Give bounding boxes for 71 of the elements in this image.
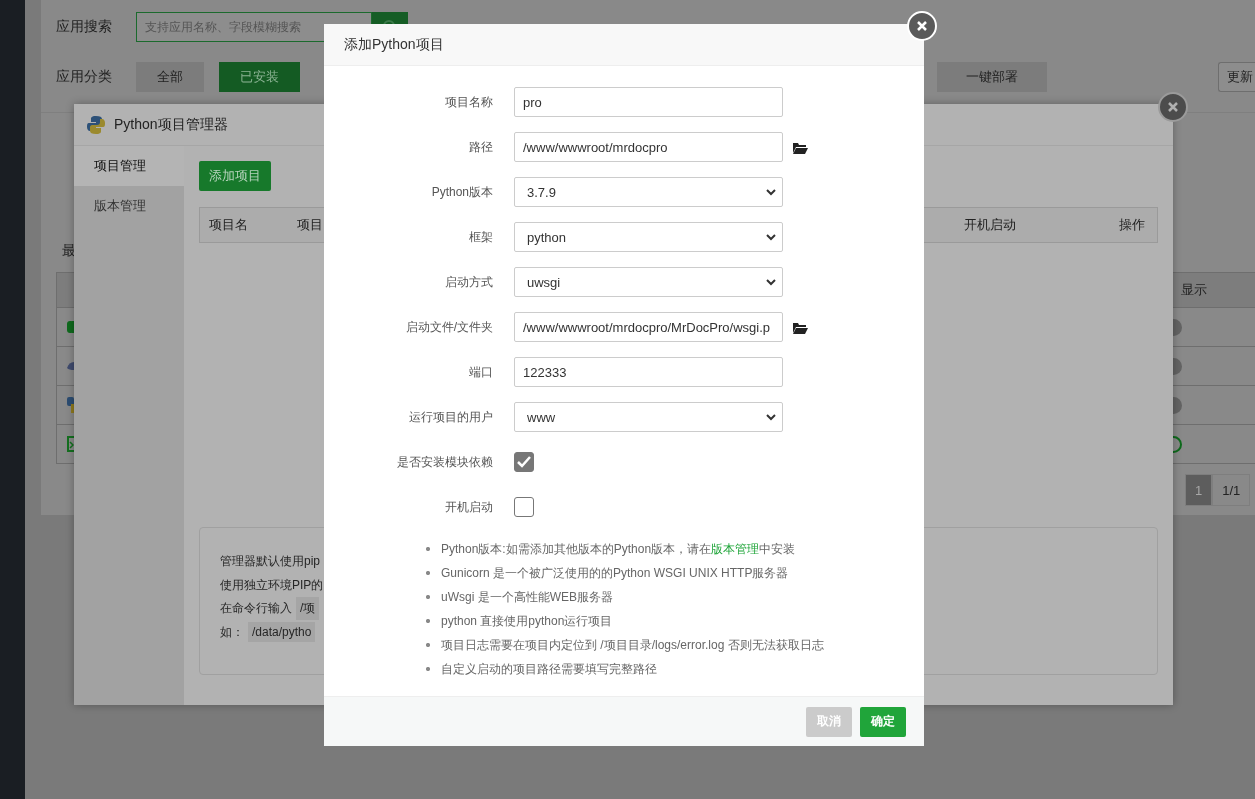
- add-project-button[interactable]: 添加项目: [199, 161, 271, 191]
- field-label: 框架: [468, 228, 493, 246]
- field-label: 启动方式: [444, 273, 493, 291]
- bullet-icon: [426, 547, 430, 551]
- text-field[interactable]: /www/wwwroot/mrdocpro/MrDocPro/wsgi.p: [514, 312, 783, 342]
- folder-icon[interactable]: [792, 140, 808, 154]
- note-text: 项目日志需要在项目内定位到 /项目目录/logs/error.log 否则无法获取日志: [441, 636, 824, 654]
- column-header: 操作: [1118, 216, 1145, 234]
- confirm-button[interactable]: 确定: [860, 706, 906, 737]
- category-tab[interactable]: 已安装: [219, 62, 300, 92]
- chevron-icon: [766, 278, 776, 286]
- field-label: 开机启动: [444, 498, 493, 516]
- app-icon: [67, 397, 74, 413]
- select-field[interactable]: 3.7.9: [514, 177, 783, 207]
- field-label: 运行项目的用户: [408, 408, 493, 426]
- select-field[interactable]: uwsgi: [514, 267, 783, 297]
- column-header: 显示: [1181, 281, 1207, 299]
- dialog-title: 添加Python项目: [324, 24, 924, 66]
- chevron-icon: [766, 188, 776, 196]
- category-label: 应用分类: [56, 68, 113, 86]
- version-link[interactable]: 版本管理: [711, 541, 760, 556]
- app-icon: [67, 436, 74, 452]
- select-field[interactable]: python: [514, 222, 783, 252]
- text-field[interactable]: /www/wwwroot/mrdocpro: [514, 132, 783, 162]
- folder-icon[interactable]: [792, 320, 808, 334]
- note-text: 自定义启动的项目路径需要填写完整路径: [441, 660, 657, 678]
- info-text: 使用独立环境PIP的: [220, 576, 324, 594]
- info-text: 如：: [220, 623, 244, 641]
- chevron-icon: [766, 233, 776, 241]
- python-logo-icon: [86, 114, 106, 135]
- text-field[interactable]: 122333: [514, 357, 783, 387]
- update-button[interactable]: 更新: [1218, 62, 1255, 92]
- code-snippet: /项: [296, 597, 320, 621]
- bullet-icon: [426, 595, 430, 599]
- note-text: uWsgi 是一个高性能WEB服务器: [441, 588, 613, 606]
- column-header: 开机启动: [963, 216, 1016, 234]
- bullet-icon: [426, 643, 430, 647]
- field-label: 是否安装模块依赖: [396, 453, 493, 471]
- bullet-icon: [426, 667, 430, 671]
- bullet-icon: [426, 619, 430, 623]
- section-title: 最: [62, 242, 77, 260]
- search-label: 应用搜索: [56, 18, 113, 36]
- app-icon: [67, 319, 74, 335]
- window-title: Python项目管理器: [114, 115, 228, 134]
- page-button[interactable]: 1/1: [1212, 474, 1251, 506]
- close-icon: [1167, 101, 1179, 113]
- sidebar-tab[interactable]: 版本管理: [74, 186, 184, 226]
- close-icon: [916, 20, 928, 32]
- code-snippet: /data/pytho: [248, 622, 316, 643]
- check-icon: [517, 456, 531, 468]
- note-text: Python版本:如需添加其他版本的Python版本，请在版本管理中安装: [441, 540, 796, 558]
- chevron-icon: [766, 413, 776, 421]
- note-text: Gunicorn 是一个被广泛使用的的Python WSGI UNIX HTTP服务器: [441, 564, 789, 582]
- field-label: 项目名称: [444, 93, 493, 111]
- field-label: 端口: [468, 363, 493, 381]
- info-text: 在命令行输入: [220, 600, 292, 618]
- bullet-icon: [426, 571, 430, 575]
- text-field[interactable]: pro: [514, 87, 783, 117]
- column-header: 项目: [296, 216, 323, 234]
- checkbox[interactable]: [514, 497, 534, 517]
- column-header: 项目名: [208, 216, 248, 234]
- field-label: 启动文件/文件夹: [404, 318, 493, 336]
- field-label: 路径: [468, 138, 493, 156]
- select-field[interactable]: www: [514, 402, 783, 432]
- note-text: python 直接使用python运行项目: [441, 612, 613, 630]
- category-tab[interactable]: 全部: [136, 62, 204, 92]
- page-button[interactable]: 1: [1185, 474, 1213, 506]
- field-label: Python版本: [430, 183, 493, 201]
- sidebar-tab[interactable]: 项目管理: [74, 146, 184, 186]
- checkbox[interactable]: [514, 452, 534, 472]
- info-text: 管理器默认使用pip: [220, 553, 320, 571]
